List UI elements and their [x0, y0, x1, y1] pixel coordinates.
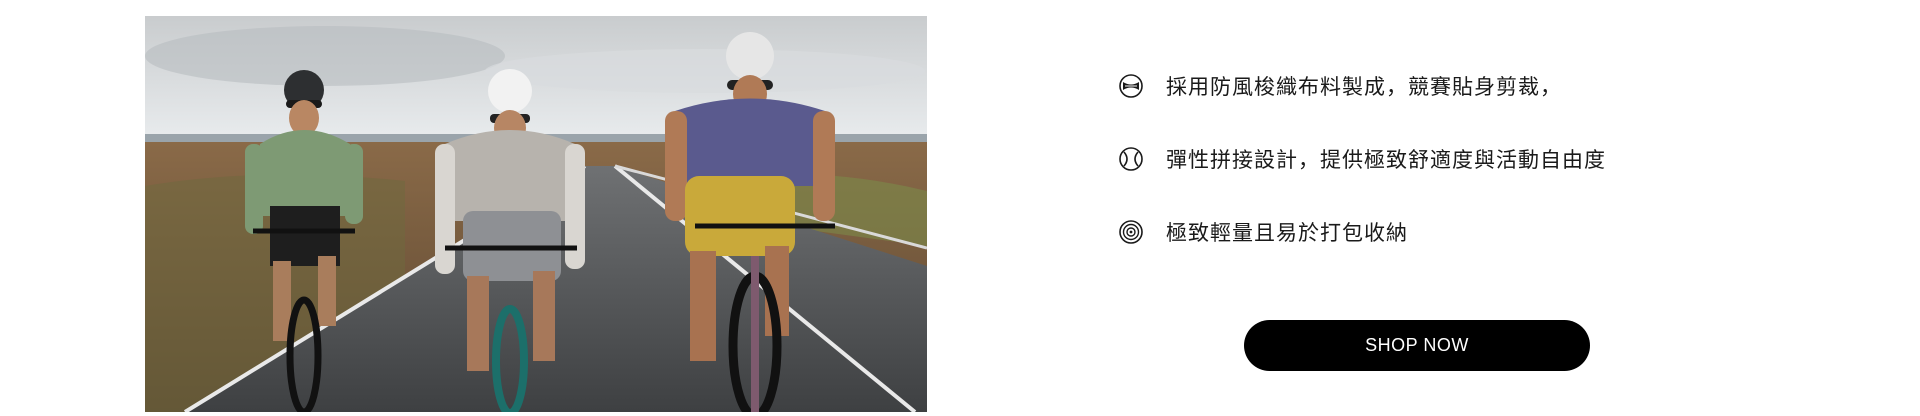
feature-list: 採用防風梭織布料製成，競賽貼身剪裁， 彈性拼接設計，提供極致舒適度與活動自由度: [1118, 64, 1758, 283]
feature-label: 極致輕量且易於打包收納: [1166, 221, 1408, 245]
feature-item-lightweight: 極致輕量且易於打包收納: [1118, 210, 1758, 254]
feature-label: 彈性拼接設計，提供極致舒適度與活動自由度: [1166, 148, 1606, 172]
feature-item-fabric: 採用防風梭織布料製成，競賽貼身剪裁，: [1118, 64, 1758, 108]
spiral-icon: [1118, 219, 1144, 245]
feature-item-stretch: 彈性拼接設計，提供極致舒適度與活動自由度: [1118, 137, 1758, 181]
fabric-icon: [1118, 73, 1144, 99]
feature-label: 採用防風梭織布料製成，競賽貼身剪裁，: [1166, 75, 1562, 99]
shop-now-button[interactable]: SHOP NOW: [1244, 320, 1590, 371]
cyclists-photo: [145, 16, 927, 412]
stretch-ball-icon: [1118, 146, 1144, 172]
product-feature-section: 採用防風梭織布料製成，競賽貼身剪裁， 彈性拼接設計，提供極致舒適度與活動自由度: [0, 0, 1920, 416]
